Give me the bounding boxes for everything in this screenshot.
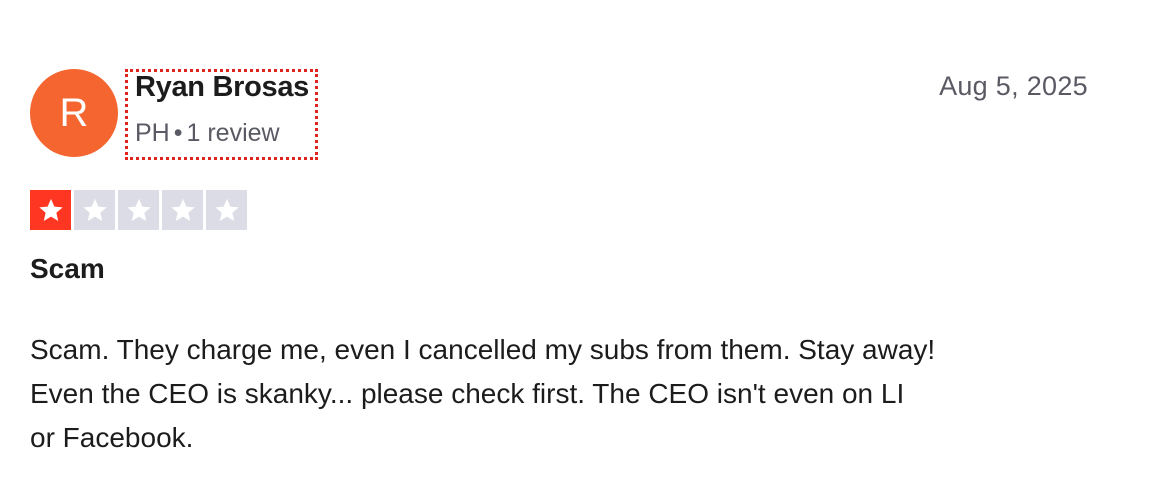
star-icon	[82, 198, 107, 221]
star-icon	[126, 198, 151, 221]
review-body-line: Even the CEO is skanky... please check f…	[30, 378, 905, 409]
review-date: Aug 5, 2025	[939, 71, 1088, 101]
meta-separator: •	[173, 119, 183, 147]
review-card: R Ryan Brosas PH • 1 review Aug 5, 2025 Sc…	[0, 0, 1168, 492]
avatar[interactable]: R	[30, 69, 118, 157]
star-5	[206, 190, 247, 230]
star-3	[118, 190, 159, 230]
reviewer-meta: PH • 1 review	[135, 119, 280, 148]
star-icon	[214, 198, 239, 221]
star-icon	[38, 198, 63, 221]
star-1	[30, 190, 71, 230]
star-rating	[30, 190, 247, 230]
star-4	[162, 190, 203, 230]
star-2	[74, 190, 115, 230]
star-icon	[170, 198, 195, 221]
review-body-line: Scam. They charge me, even I cancelled m…	[30, 334, 936, 365]
reviewer-country: PH	[135, 119, 170, 147]
reviewer-review-count: 1 review	[186, 119, 280, 147]
reviewer-name[interactable]: Ryan Brosas	[135, 71, 309, 104]
review-body: Scam. They charge me, even I cancelled m…	[30, 328, 1110, 460]
review-body-line: or Facebook.	[30, 422, 194, 453]
review-title: Scam	[30, 253, 105, 284]
